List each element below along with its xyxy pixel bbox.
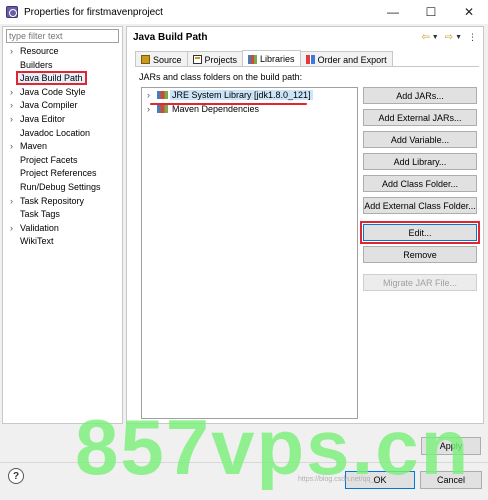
java-build-path-page: Java Build Path ⇦ ▼ ⇨ ▼ ⋮ Source Project… <box>126 26 484 424</box>
title-bar: Properties for firstmavenproject — ☐ ✕ <box>0 0 488 24</box>
watermark: 857vps.cn <box>75 403 471 491</box>
edit-button[interactable]: Edit... <box>360 221 480 244</box>
libraries-tab-body: JARs and class folders on the build path… <box>135 66 480 420</box>
jars-label: JARs and class folders on the build path… <box>139 72 303 82</box>
chevron-right-icon[interactable]: › <box>10 195 13 209</box>
tree-item-builders[interactable]: Builders <box>3 59 122 73</box>
forward-arrow-icon[interactable]: ⇨ <box>445 32 453 43</box>
remove-button[interactable]: Remove <box>363 246 477 263</box>
tree-item-java-editor[interactable]: › Java Editor <box>3 113 122 127</box>
chevron-right-icon[interactable]: › <box>10 99 13 113</box>
tree-item-project-references[interactable]: Project References <box>3 167 122 181</box>
projects-icon <box>192 55 202 64</box>
close-button[interactable]: ✕ <box>450 0 488 24</box>
add-library-button[interactable]: Add Library... <box>363 153 477 170</box>
tree-item-java-code-style[interactable]: › Java Code Style <box>3 86 122 100</box>
preference-tree: › Resource Builders Java Build Path › Java… <box>3 45 122 249</box>
libraries-icon <box>248 54 258 64</box>
chevron-right-icon[interactable]: › <box>10 113 13 127</box>
library-icon <box>157 105 168 113</box>
tree-item-java-build-path[interactable]: Java Build Path <box>3 71 122 86</box>
tab-libraries[interactable]: Libraries <box>242 50 301 67</box>
tree-item-task-tags[interactable]: Task Tags <box>3 208 122 222</box>
tree-item-java-compiler[interactable]: › Java Compiler <box>3 99 122 113</box>
add-jars-button[interactable]: Add JARs... <box>363 87 477 104</box>
add-variable-button[interactable]: Add Variable... <box>363 131 477 148</box>
chevron-right-icon[interactable]: › <box>147 88 150 102</box>
preference-nav-pane: ›Resource Builders Java Build Path ›Java… <box>2 26 123 424</box>
add-external-jars-button[interactable]: Add External JARs... <box>363 109 477 126</box>
red-underline-annotation <box>150 103 307 105</box>
watermark-url: https://blog.csdn.net/qq_... <box>298 476 381 483</box>
filter-input[interactable] <box>6 29 119 43</box>
back-arrow-icon[interactable]: ⇦ <box>421 32 429 43</box>
window-title: Properties for firstmavenproject <box>24 6 163 18</box>
back-dropdown-icon[interactable]: ▼ <box>432 34 439 41</box>
library-icon <box>157 91 168 99</box>
tree-item-resource[interactable]: › Resource <box>3 45 122 59</box>
help-icon[interactable]: ? <box>8 468 24 484</box>
source-folder-icon <box>141 55 150 64</box>
page-navigation: ⇦ ▼ ⇨ ▼ ⋮ <box>421 32 477 43</box>
tab-order-and-export[interactable]: Order and Export <box>299 51 393 67</box>
chevron-right-icon[interactable]: › <box>10 45 13 59</box>
tab-source[interactable]: Source <box>135 51 188 67</box>
order-export-icon <box>305 55 315 64</box>
tree-item-wikitext[interactable]: WikiText <box>3 235 122 249</box>
library-item-jre-system[interactable]: › JRE System Library [jdk1.8.0_121] <box>142 88 357 102</box>
add-external-class-folder-button[interactable]: Add External Class Folder... <box>363 197 477 214</box>
eclipse-app-icon <box>6 6 18 18</box>
chevron-right-icon[interactable]: › <box>10 222 13 236</box>
maximize-button[interactable]: ☐ <box>412 0 450 24</box>
page-header: Java Build Path ⇦ ▼ ⇨ ▼ ⋮ <box>127 27 483 47</box>
tree-item-javadoc-location[interactable]: Javadoc Location <box>3 127 122 141</box>
page-title: Java Build Path <box>133 31 208 43</box>
tab-projects[interactable]: Projects <box>186 51 244 67</box>
tree-item-project-facets[interactable]: Project Facets <box>3 154 122 168</box>
library-list[interactable]: › JRE System Library [jdk1.8.0_121] › Ma… <box>141 87 358 419</box>
tree-item-validation[interactable]: › Validation <box>3 222 122 236</box>
migrate-jar-button[interactable]: Migrate JAR File... <box>363 274 477 291</box>
tree-item-maven[interactable]: › Maven <box>3 140 122 154</box>
tree-item-task-repository[interactable]: › Task Repository <box>3 195 122 209</box>
add-class-folder-button[interactable]: Add Class Folder... <box>363 175 477 192</box>
chevron-right-icon[interactable]: › <box>10 86 13 100</box>
view-menu-icon[interactable]: ⋮ <box>468 32 477 43</box>
tab-bar: Source Projects Libraries Order and Expo… <box>135 50 393 67</box>
forward-dropdown-icon[interactable]: ▼ <box>455 34 462 41</box>
chevron-right-icon[interactable]: › <box>10 140 13 154</box>
minimize-button[interactable]: — <box>374 0 412 24</box>
tree-item-run-debug-settings[interactable]: Run/Debug Settings <box>3 181 122 195</box>
